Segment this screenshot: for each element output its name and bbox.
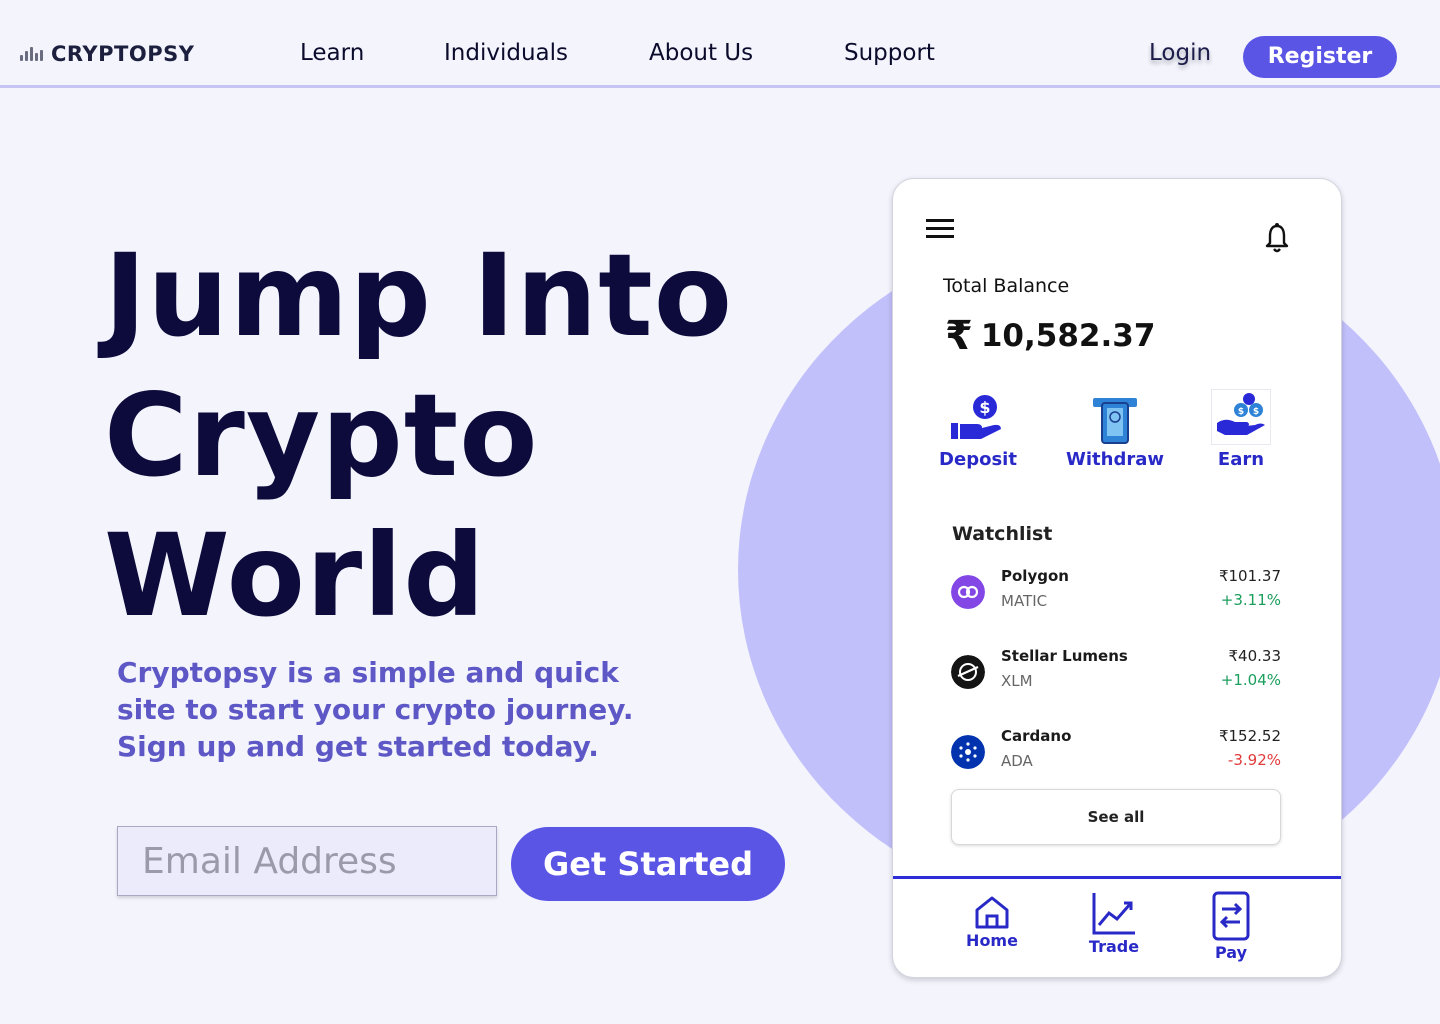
coin-change: -3.92% bbox=[1227, 751, 1281, 769]
login-link[interactable]: Login bbox=[1149, 40, 1211, 66]
earn-action[interactable]: $ $ Earn bbox=[1205, 389, 1277, 470]
coin-name: Stellar Lumens bbox=[1001, 647, 1128, 665]
watchlist-item-polygon[interactable]: Polygon MATIC ₹101.37 +3.11% bbox=[951, 567, 1283, 615]
brand-name: CRYPTOPSY bbox=[51, 42, 195, 66]
action-label: Earn bbox=[1217, 449, 1265, 470]
balance-label: Total Balance bbox=[943, 275, 1070, 297]
watchlist-item-cardano[interactable]: Cardano ADA ₹152.52 -3.92% bbox=[951, 727, 1283, 775]
trade-chart-icon bbox=[1092, 893, 1135, 935]
stellar-coin-icon bbox=[951, 655, 985, 689]
coin-price: ₹152.52 bbox=[1218, 727, 1281, 745]
action-label: Withdraw bbox=[1066, 449, 1164, 470]
coin-price: ₹40.33 bbox=[1228, 647, 1282, 665]
coin-symbol: XLM bbox=[1001, 672, 1033, 690]
home-icon bbox=[975, 896, 1009, 929]
watchlist-item-stellar[interactable]: Stellar Lumens XLM ₹40.33 +1.04% bbox=[951, 647, 1283, 695]
coin-name: Polygon bbox=[1001, 567, 1069, 585]
earn-icon: $ $ bbox=[1211, 389, 1271, 445]
coin-symbol: ADA bbox=[1001, 752, 1033, 770]
coin-name: Cardano bbox=[1001, 727, 1072, 745]
logo-bars-icon bbox=[20, 47, 43, 61]
cardano-coin-icon bbox=[951, 735, 985, 769]
hero-title: Jump Into Crypto World bbox=[104, 226, 733, 646]
hero-title-line: World bbox=[104, 509, 486, 642]
phone-mockup: Total Balance ₹ 10,582.37 $ Deposit With… bbox=[892, 178, 1342, 978]
deposit-action[interactable]: $ Deposit bbox=[939, 393, 1017, 470]
nav-link-about-us[interactable]: About Us bbox=[649, 40, 753, 66]
action-label: Deposit bbox=[939, 449, 1017, 470]
balance-amount: 10,582.37 bbox=[980, 318, 1156, 354]
brand-logo[interactable]: CRYPTOPSY bbox=[20, 42, 194, 66]
polygon-coin-icon bbox=[951, 575, 985, 609]
nav-link-support[interactable]: Support bbox=[844, 40, 935, 66]
svg-text:$: $ bbox=[979, 398, 990, 417]
balance-value: ₹ 10,582.37 bbox=[945, 313, 1155, 359]
deposit-icon: $ bbox=[951, 395, 1001, 439]
nav-link-learn[interactable]: Learn bbox=[300, 40, 364, 66]
nav-link-individuals[interactable]: Individuals bbox=[444, 40, 568, 66]
withdraw-action[interactable]: Withdraw bbox=[1065, 393, 1165, 470]
hero-title-line: Crypto bbox=[104, 369, 539, 502]
top-nav: CRYPTOPSY Learn Individuals About Us Sup… bbox=[0, 0, 1440, 88]
email-input[interactable] bbox=[117, 826, 497, 896]
tab-label: Home bbox=[966, 931, 1018, 950]
coin-symbol: MATIC bbox=[1001, 592, 1048, 610]
tab-pay[interactable]: Pay bbox=[1207, 891, 1255, 962]
rupee-icon: ₹ bbox=[945, 313, 973, 359]
tab-label: Pay bbox=[1214, 943, 1248, 962]
tab-home[interactable]: Home bbox=[963, 895, 1021, 950]
pay-icon bbox=[1212, 891, 1250, 941]
withdraw-icon bbox=[1093, 398, 1137, 444]
svg-text:$: $ bbox=[1238, 407, 1244, 417]
hero-title-line: Jump Into bbox=[104, 229, 734, 362]
tab-label: Trade bbox=[1088, 937, 1140, 956]
coin-change: +3.11% bbox=[1220, 591, 1281, 609]
coin-change: +1.04% bbox=[1220, 671, 1281, 689]
tab-bar-divider bbox=[893, 876, 1341, 879]
watchlist-title: Watchlist bbox=[952, 523, 1053, 545]
register-button[interactable]: Register bbox=[1243, 36, 1397, 78]
coin-price: ₹101.37 bbox=[1218, 567, 1281, 585]
bell-icon[interactable] bbox=[1265, 223, 1289, 253]
hero-subtitle: Cryptopsy is a simple and quick site to … bbox=[117, 656, 634, 763]
tab-trade[interactable]: Trade bbox=[1083, 891, 1145, 956]
see-all-button[interactable]: See all bbox=[951, 789, 1281, 845]
svg-text:$: $ bbox=[1253, 407, 1259, 417]
hamburger-menu-icon[interactable] bbox=[926, 219, 954, 239]
